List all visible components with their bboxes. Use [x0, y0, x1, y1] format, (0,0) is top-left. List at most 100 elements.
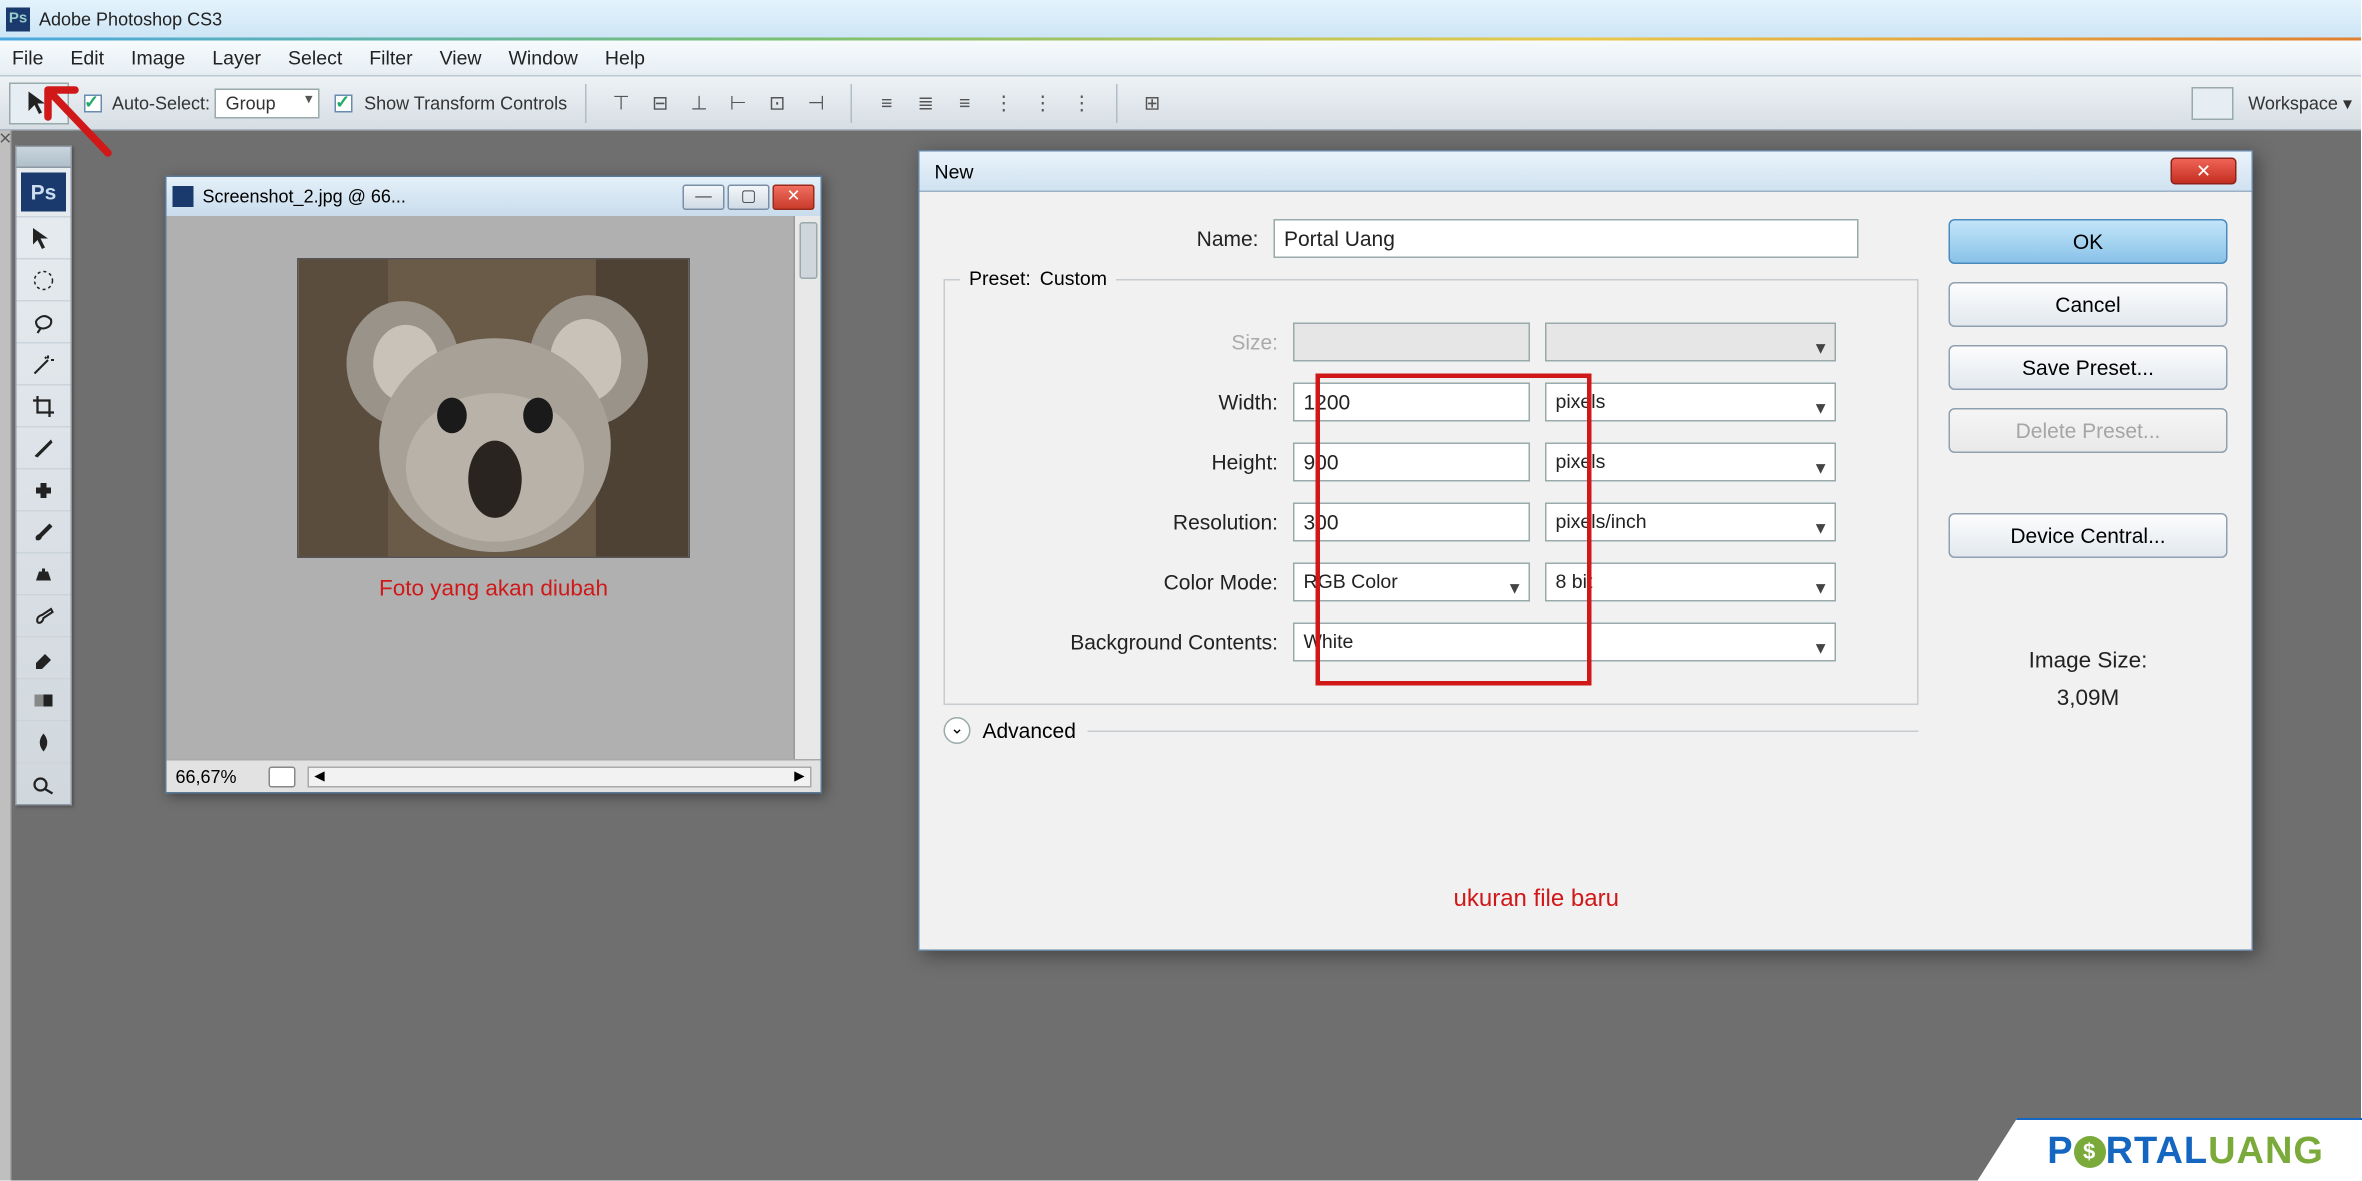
window-titlebar: Ps Adobe Photoshop CS3 [0, 0, 2361, 39]
menu-view[interactable]: View [440, 46, 482, 69]
align-top-icon[interactable]: ⊤ [605, 86, 638, 119]
show-transform-group: Show Transform Controls [335, 92, 567, 113]
distribute-top-icon[interactable]: ≡ [870, 86, 903, 119]
doc-info-icon[interactable] [269, 766, 296, 787]
dodge-tool-icon[interactable] [17, 762, 71, 804]
distribute-bottom-icon[interactable]: ≡ [948, 86, 981, 119]
menu-select[interactable]: Select [288, 46, 342, 69]
height-input[interactable]: 900 [1293, 443, 1530, 482]
expand-icon[interactable]: ⌄ [944, 717, 971, 744]
workspace-picker[interactable]: Workspace ▾ [2248, 92, 2352, 113]
align-right-icon[interactable]: ⊣ [800, 86, 833, 119]
menu-filter[interactable]: Filter [369, 46, 412, 69]
menu-edit[interactable]: Edit [70, 46, 104, 69]
document-canvas[interactable]: Foto yang akan diubah [167, 216, 821, 759]
separator [585, 83, 587, 122]
distribute-left-icon[interactable]: ⋮ [987, 86, 1020, 119]
menu-bar: File Edit Image Layer Select Filter View… [0, 39, 2361, 77]
align-bottom-icon[interactable]: ⊥ [683, 86, 716, 119]
brush-tool-icon[interactable] [17, 510, 71, 552]
document-title: Screenshot_2.jpg @ 66... [203, 186, 406, 207]
move-tool-icon[interactable] [17, 216, 71, 258]
minimize-button[interactable]: — [683, 184, 725, 210]
width-input[interactable]: 1200 [1293, 383, 1530, 422]
auto-align-icon[interactable]: ⊞ [1136, 86, 1169, 119]
options-bar: Auto-Select: Group Show Transform Contro… [0, 77, 2361, 131]
dock-strip [0, 131, 12, 1181]
annotation-arrow-icon [33, 78, 138, 191]
marquee-tool-icon[interactable] [17, 258, 71, 300]
document-titlebar[interactable]: Screenshot_2.jpg @ 66... — ▢ ✕ [167, 177, 821, 216]
history-brush-tool-icon[interactable] [17, 594, 71, 636]
height-unit-dropdown[interactable]: pixels [1545, 443, 1836, 482]
menu-image[interactable]: Image [131, 46, 185, 69]
name-label: Name: [944, 227, 1274, 251]
menu-help[interactable]: Help [605, 46, 645, 69]
zoom-level[interactable]: 66,67% [176, 766, 257, 787]
resolution-label: Resolution: [963, 510, 1293, 534]
width-unit-dropdown[interactable]: pixels [1545, 383, 1836, 422]
color-mode-dropdown[interactable]: RGB Color [1293, 563, 1530, 602]
distribute-right-icon[interactable]: ⋮ [1065, 86, 1098, 119]
document-window: Screenshot_2.jpg @ 66... — ▢ ✕ [165, 176, 822, 794]
advanced-section[interactable]: ⌄ Advanced [944, 717, 1919, 744]
dialog-close-button[interactable]: ✕ [2171, 158, 2237, 185]
preset-label: Preset: [969, 267, 1031, 290]
distribute-hcenter-icon[interactable]: ⋮ [1026, 86, 1059, 119]
align-left-icon[interactable]: ⊢ [722, 86, 755, 119]
menu-layer[interactable]: Layer [212, 46, 261, 69]
height-label: Height: [963, 450, 1293, 474]
separator [851, 83, 853, 122]
size-input [1293, 323, 1530, 362]
eraser-tool-icon[interactable] [17, 636, 71, 678]
lasso-tool-icon[interactable] [17, 300, 71, 342]
annotation-caption: Foto yang akan diubah [379, 576, 608, 602]
separator [1116, 83, 1118, 122]
background-dropdown[interactable]: White [1293, 623, 1836, 662]
maximize-button[interactable]: ▢ [728, 184, 770, 210]
magic-wand-tool-icon[interactable] [17, 342, 71, 384]
watermark-logo: P$RTALUANG [1977, 1118, 2362, 1181]
show-transform-checkbox[interactable] [335, 95, 353, 113]
divider [1088, 730, 1919, 732]
size-unit-dropdown [1545, 323, 1836, 362]
resolution-unit-dropdown[interactable]: pixels/inch [1545, 503, 1836, 542]
device-central-button[interactable]: Device Central... [1949, 513, 2228, 558]
close-button[interactable]: ✕ [773, 184, 815, 210]
resolution-input[interactable]: 300 [1293, 503, 1530, 542]
app-title: Adobe Photoshop CS3 [39, 8, 222, 29]
go-to-bridge-icon[interactable] [2191, 86, 2233, 119]
align-group-1: ⊤ ⊟ ⊥ ⊢ ⊡ ⊣ [605, 86, 833, 119]
image-size-label: Image Size: [1949, 648, 2228, 674]
preset-dropdown[interactable]: Custom [1040, 267, 1107, 290]
crop-tool-icon[interactable] [17, 384, 71, 426]
clone-stamp-tool-icon[interactable] [17, 552, 71, 594]
align-vcenter-icon[interactable]: ⊟ [644, 86, 677, 119]
distribute-vcenter-icon[interactable]: ≣ [909, 86, 942, 119]
preset-fieldset: Preset: Custom Size: Width: 1200 pi [944, 279, 1919, 705]
gradient-tool-icon[interactable] [17, 678, 71, 720]
distribute-group: ≡ ≣ ≡ ⋮ ⋮ ⋮ [870, 86, 1098, 119]
slice-tool-icon[interactable] [17, 426, 71, 468]
toolbox-panel: Ps [15, 146, 72, 806]
cancel-button[interactable]: Cancel [1949, 282, 2228, 327]
color-mode-label: Color Mode: [963, 570, 1293, 594]
save-preset-button[interactable]: Save Preset... [1949, 345, 2228, 390]
name-input[interactable]: Portal Uang [1274, 219, 1859, 258]
bit-depth-dropdown[interactable]: 8 bit [1545, 563, 1836, 602]
menu-window[interactable]: Window [509, 46, 578, 69]
menu-file[interactable]: File [12, 46, 43, 69]
delete-preset-button: Delete Preset... [1949, 408, 2228, 453]
auto-select-dropdown[interactable]: Group [215, 88, 320, 118]
horizontal-scrollbar[interactable]: ◀▶ [308, 766, 812, 787]
vertical-scrollbar[interactable] [794, 216, 821, 759]
blur-tool-icon[interactable] [17, 720, 71, 762]
dialog-titlebar[interactable]: New ✕ [920, 152, 2252, 193]
app-icon: Ps [6, 7, 30, 31]
document-icon [173, 186, 194, 207]
ok-button[interactable]: OK [1949, 219, 2228, 264]
healing-brush-tool-icon[interactable] [17, 468, 71, 510]
align-hcenter-icon[interactable]: ⊡ [761, 86, 794, 119]
image-size-value: 3,09M [1949, 686, 2228, 712]
background-label: Background Contents: [963, 630, 1293, 654]
